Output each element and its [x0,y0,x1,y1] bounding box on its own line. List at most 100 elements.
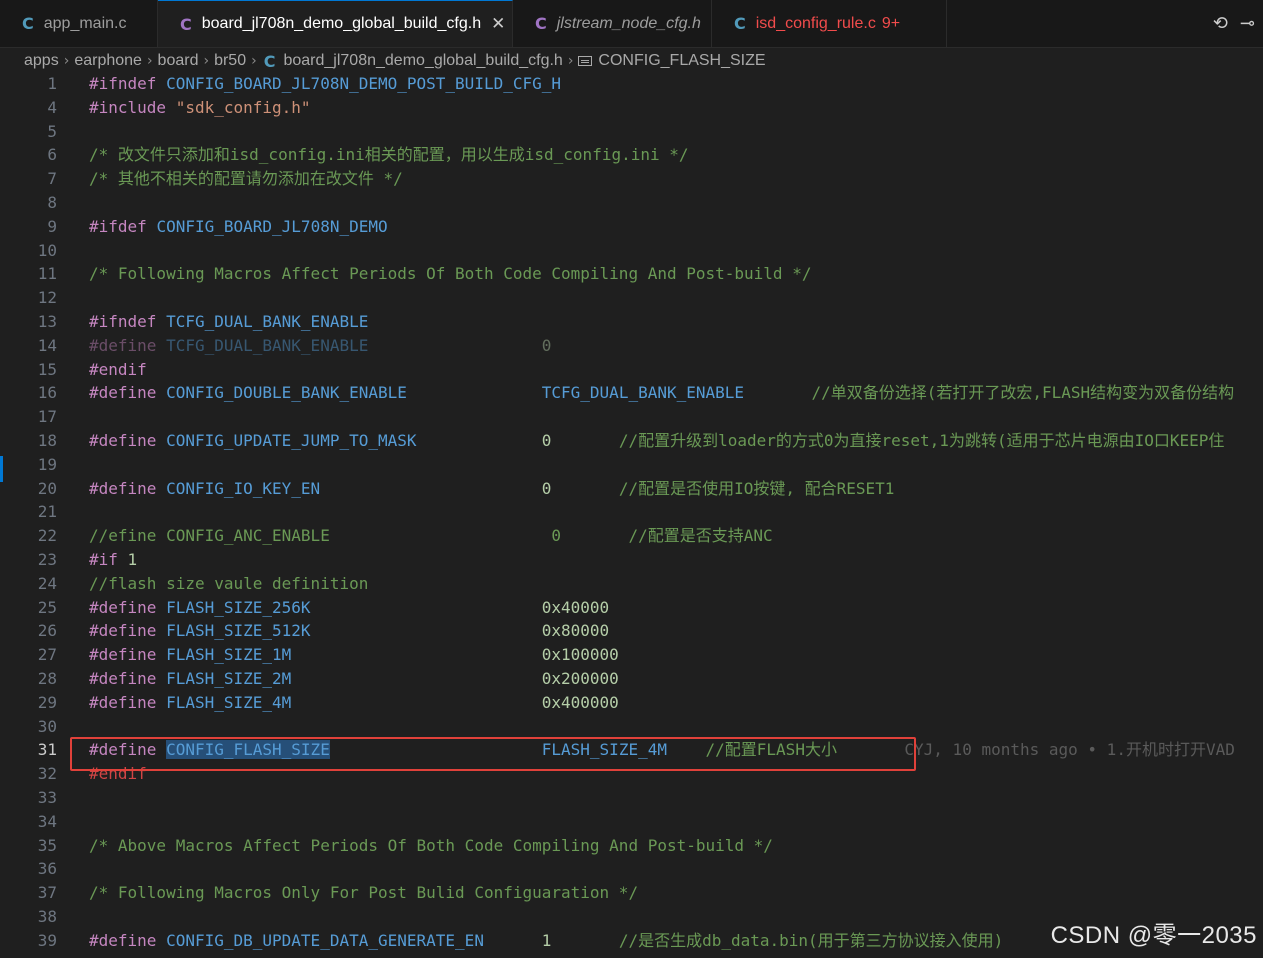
code-token: FLASH_SIZE_1M [166,645,542,665]
line-number: 38 [37,907,57,926]
breadcrumb-item[interactable]: br50 [214,52,246,70]
line-number: 8 [47,193,57,212]
code-token: #define [89,669,167,688]
tab-bar: Capp_main.c Cboard_jl708n_demo_global_bui… [0,0,1263,48]
code-text: #include "sdk_config.h" [89,96,311,120]
line-number: 14 [37,335,57,355]
code-token: CONFIG_DOUBLE_BANK_ENABLE [166,383,542,403]
code-line[interactable]: 10 [0,239,1263,263]
code-line[interactable]: 5 [0,120,1263,144]
tab-3[interactable]: Cisd_config_rule.c 9+ [712,0,947,47]
line-number: 11 [37,264,57,284]
line-number: 31 [37,740,57,760]
line-number: 37 [37,883,57,903]
chevron-right-icon: › [567,53,574,69]
code-token: CONFIG_BOARD_JL708N_DEMO_POST_BUILD_CFG_… [166,74,562,93]
code-text: /* Following Macros Affect Periods Of Bo… [89,262,811,286]
code-token: TCFG_DUAL_BANK_ENABLE [541,383,812,403]
code-text: #define CONFIG_DOUBLE_BANK_ENABLE TCFG_D… [89,381,1234,405]
code-line[interactable]: 19 [0,453,1263,477]
line-number: 24 [37,573,57,593]
code-line[interactable]: 36 [0,857,1263,881]
code-line[interactable]: 18 #define CONFIG_UPDATE_JUMP_TO_MASK 0 /… [0,429,1263,453]
code-line[interactable]: 34 [0,810,1263,834]
code-text: //efine CONFIG_ANC_ENABLE 0 //配置是否支持ANC [89,524,773,548]
chevron-right-icon: › [63,53,70,69]
code-line[interactable]: 6 /* 改文件只添加和isd_config.ini相关的配置，用以生成isd_c… [0,143,1263,167]
tab-0[interactable]: Capp_main.c [0,0,158,47]
code-line[interactable]: 21 [0,500,1263,524]
code-token: 0x200000 [541,669,619,688]
code-text: /* 改文件只添加和isd_config.ini相关的配置，用以生成isd_co… [89,143,689,167]
breadcrumb-item[interactable]: earphone [74,52,142,70]
chevron-right-icon: › [146,53,153,69]
breadcrumb-file[interactable]: board_jl708n_demo_global_build_cfg.h [283,52,562,70]
code-line[interactable]: 8 [0,191,1263,215]
tab-label: board_jl708n_demo_global_build_cfg.h [201,15,482,32]
code-line[interactable]: 25 #define FLASH_SIZE_256K 0x40000 [0,596,1263,620]
code-editor[interactable]: 1 #ifndef CONFIG_BOARD_JL708N_DEMO_POST_B… [0,72,1263,958]
code-line[interactable]: 23 #if 1 [0,548,1263,572]
code-line[interactable]: 16 #define CONFIG_DOUBLE_BANK_ENABLE TCFG… [0,381,1263,405]
breadcrumb-item[interactable]: apps [24,52,59,70]
code-line[interactable]: 30 [0,715,1263,739]
code-token: TCFG_DUAL_BANK_ENABLE [166,312,369,331]
code-line[interactable]: 24 //flash size vaule definition [0,572,1263,596]
timeline-icon[interactable]: ⟲ [1213,13,1228,34]
code-line[interactable]: 33 [0,786,1263,810]
code-token: FLASH_SIZE_512K [166,621,542,641]
code-token: #ifndef [89,312,167,331]
code-line[interactable]: 37 /* Following Macros Only For Post Buli… [0,881,1263,905]
code-token: #define [89,335,167,355]
code-token: #define [89,692,167,712]
line-number: 22 [37,526,57,546]
code-token: "sdk_config.h" [175,97,311,117]
git-commit-icon[interactable]: ⊸ [1240,13,1255,34]
code-line[interactable]: 12 [0,286,1263,310]
line-number: 35 [37,835,57,855]
code-line[interactable]: 14 #define TCFG_DUAL_BANK_ENABLE 0 [0,334,1263,358]
code-token: CONFIG_BOARD_JL708N_DEMO [156,216,388,236]
code-line[interactable]: 1 #ifndef CONFIG_BOARD_JL708N_DEMO_POST_B… [0,72,1263,96]
code-line[interactable]: 7 /* 其他不相关的配置请勿添加在改文件 */ [0,167,1263,191]
code-line[interactable]: 29 #define FLASH_SIZE_4M 0x400000 [0,691,1263,715]
line-number: 33 [37,788,57,807]
line-number: 15 [37,359,57,379]
code-token: FLASH_SIZE_2M [166,669,542,688]
code-line[interactable]: 13 #ifndef TCFG_DUAL_BANK_ENABLE [0,310,1263,334]
code-line[interactable]: 22 //efine CONFIG_ANC_ENABLE 0 //配置是否支持AN… [0,524,1263,548]
tab-2[interactable]: Cjlstream_node_cfg.h [513,0,712,47]
code-line[interactable]: 15 #endif [0,358,1263,382]
code-line[interactable]: 9 #ifdef CONFIG_BOARD_JL708N_DEMO [0,215,1263,239]
problem-count-badge: 9+ [881,14,901,32]
code-line[interactable]: 4 #include "sdk_config.h" [0,96,1263,120]
code-line[interactable]: 11 /* Following Macros Affect Periods Of … [0,262,1263,286]
line-number: 4 [47,97,57,117]
code-token: //flash size vaule definition [89,573,369,593]
code-token: //单双备份选择(若打开了改宏,FLASH结构变为双备份结构 [811,383,1235,403]
line-number: 1 [47,74,57,93]
code-line[interactable]: 26 #define FLASH_SIZE_512K 0x80000 [0,619,1263,643]
code-token: /* Following Macros Affect Periods Of Bo… [89,264,812,284]
code-token: //配置是否使用IO按键, 配合RESET1 [618,478,895,498]
line-number: 12 [37,288,57,308]
tab-1[interactable]: Cboard_jl708n_demo_global_build_cfg.h ✕ [158,0,513,47]
line-number: 34 [37,811,57,831]
code-text: #if 1 [89,548,137,572]
close-icon[interactable]: ✕ [491,14,505,34]
code-line[interactable]: 35 /* Above Macros Affect Periods Of Both… [0,834,1263,858]
code-line[interactable]: 17 [0,405,1263,429]
code-line[interactable]: 28 #define FLASH_SIZE_2M 0x200000 [0,667,1263,691]
line-number: 23 [37,550,57,569]
code-line[interactable]: 27 #define FLASH_SIZE_1M 0x100000 [0,643,1263,667]
code-token: /* Following Macros Only For Post Bulid … [89,883,639,903]
code-token: #define [89,645,167,665]
code-text: #ifndef TCFG_DUAL_BANK_ENABLE [89,310,368,334]
line-number: 30 [37,716,57,736]
breadcrumb-item[interactable]: board [158,52,199,70]
breadcrumb-symbol[interactable]: CONFIG_FLASH_SIZE [598,52,765,70]
line-number: 32 [37,764,57,784]
code-text: #define CONFIG_UPDATE_JUMP_TO_MASK 0 //配… [89,429,1224,453]
code-token: #include [89,97,176,117]
code-line[interactable]: 20 #define CONFIG_IO_KEY_EN 0 //配置是否使用IO按… [0,477,1263,501]
